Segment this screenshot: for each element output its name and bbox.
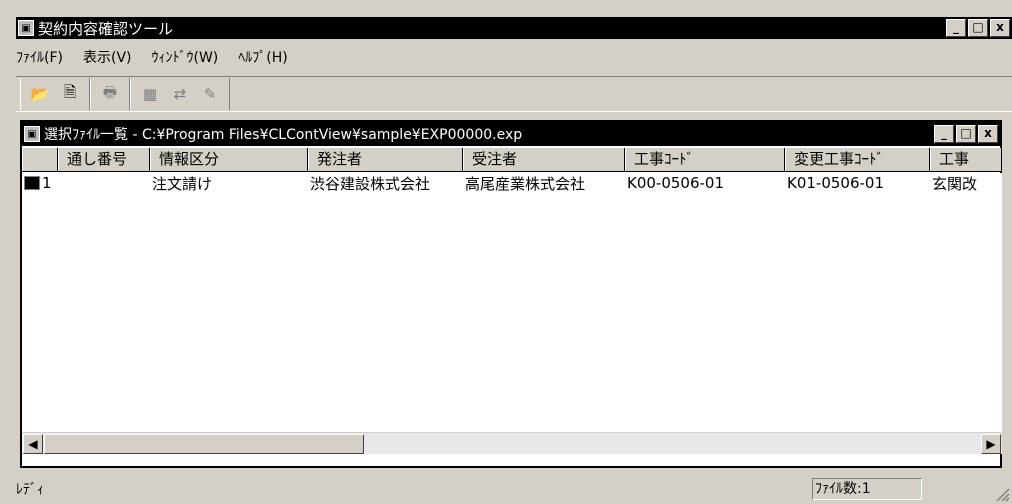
column-header-contractor[interactable]: 受注者 <box>463 148 625 171</box>
status-text: ﾚﾃﾞｨ <box>16 482 44 498</box>
print-icon[interactable]: 🖶 <box>98 82 122 106</box>
child-minimize-button[interactable]: _ <box>934 125 954 143</box>
toolbar-group-tools: ▦ ⇄ ✎ <box>130 78 230 110</box>
cell-contractor: 高尾産業株式会社 <box>465 174 586 193</box>
list-header: 通し番号 情報区分 発注者 受注者 工事ｺｰﾄﾞ 変更工事ｺｰﾄﾞ 工事 <box>22 148 1002 172</box>
file-count-panel: ﾌｧｲﾙ数:1 <box>812 478 922 500</box>
app-icon: ▣ <box>18 20 34 36</box>
cell-orderer: 渋谷建設株式会社 <box>310 174 431 193</box>
child-icon: ▣ <box>24 126 40 142</box>
column-header-orderer[interactable]: 発注者 <box>308 148 463 171</box>
title-bar[interactable]: ▣ 契約内容確認ツール _ □ x <box>16 17 1012 39</box>
cell-category: 注文請け <box>152 174 213 193</box>
column-header-category[interactable]: 情報区分 <box>150 148 308 171</box>
scroll-left-button[interactable]: ◀ <box>23 434 43 454</box>
open-folder-icon[interactable]: 📂 <box>28 82 52 106</box>
column-header-changed-work-code[interactable]: 変更工事ｺｰﾄﾞ <box>785 148 930 171</box>
export-icon[interactable]: ⇄ <box>168 82 192 106</box>
column-header-serial[interactable]: 通し番号 <box>58 148 150 171</box>
document-icon[interactable]: 🗎 <box>58 82 82 106</box>
menu-file[interactable]: ﾌｧｲﾙ(F) <box>16 47 63 67</box>
menu-view[interactable]: 表示(V) <box>83 47 132 67</box>
resize-grip-icon[interactable] <box>994 486 1010 502</box>
cell-changed-work-code: K01-0506-01 <box>787 174 885 192</box>
menu-help[interactable]: ﾍﾙﾌﾟ(H) <box>238 47 287 67</box>
file-list-window: ▣ 選択ﾌｧｲﾙ一覧 - C:¥Program Files¥CLContView… <box>20 120 1002 468</box>
cell-serial: 1 <box>42 174 52 192</box>
app-title: 契約内容確認ツール <box>38 19 174 38</box>
child-maximize-button[interactable]: □ <box>956 125 976 143</box>
menu-window[interactable]: ｳｨﾝﾄﾞｳ(W) <box>152 47 219 67</box>
child-window-controls: _ □ x <box>934 125 998 143</box>
table-row[interactable]: 1 注文請け 渋谷建設株式会社 高尾産業株式会社 K00-0506-01 K01… <box>22 173 1002 193</box>
scroll-right-button[interactable]: ▶ <box>981 434 1001 454</box>
properties-icon[interactable]: ▦ <box>138 82 162 106</box>
file-row-icon <box>24 176 40 190</box>
toolbar-group-file: 📂 🗎 <box>20 78 90 110</box>
cell-work-code: K00-0506-01 <box>627 174 725 192</box>
child-title: 選択ﾌｧｲﾙ一覧 - C:¥Program Files¥CLContView¥s… <box>44 127 523 143</box>
column-header-work[interactable]: 工事 <box>930 148 1002 171</box>
file-list[interactable]: 1 注文請け 渋谷建設株式会社 高尾産業株式会社 K00-0506-01 K01… <box>22 173 1002 432</box>
column-header-work-code[interactable]: 工事ｺｰﾄﾞ <box>625 148 785 171</box>
child-title-bar[interactable]: ▣ 選択ﾌｧｲﾙ一覧 - C:¥Program Files¥CLContView… <box>22 122 1000 146</box>
edit-icon[interactable]: ✎ <box>198 82 222 106</box>
close-button[interactable]: x <box>990 19 1010 37</box>
status-bar: ﾚﾃﾞｨ ﾌｧｲﾙ数:1 <box>16 474 1012 504</box>
cell-work: 玄関改 <box>932 174 978 193</box>
toolbar-group-print: 🖶 <box>90 78 130 110</box>
toolbar: 📂 🗎 🖶 ▦ ⇄ ✎ <box>16 76 1012 112</box>
menu-bar: ﾌｧｲﾙ(F) 表示(V) ｳｨﾝﾄﾞｳ(W) ﾍﾙﾌﾟ(H) <box>16 42 308 72</box>
child-close-button[interactable]: x <box>978 125 998 143</box>
horizontal-scrollbar[interactable]: ◀ ▶ <box>22 432 1002 454</box>
app-window: ▣ 契約内容確認ツール _ □ x ﾌｧｲﾙ(F) 表示(V) ｳｨﾝﾄﾞｳ(W… <box>0 0 1012 504</box>
scroll-thumb[interactable] <box>44 434 364 454</box>
maximize-button[interactable]: □ <box>968 19 988 37</box>
minimize-button[interactable]: _ <box>946 19 966 37</box>
column-header-icon[interactable] <box>22 148 58 171</box>
window-controls: _ □ x <box>946 19 1010 37</box>
